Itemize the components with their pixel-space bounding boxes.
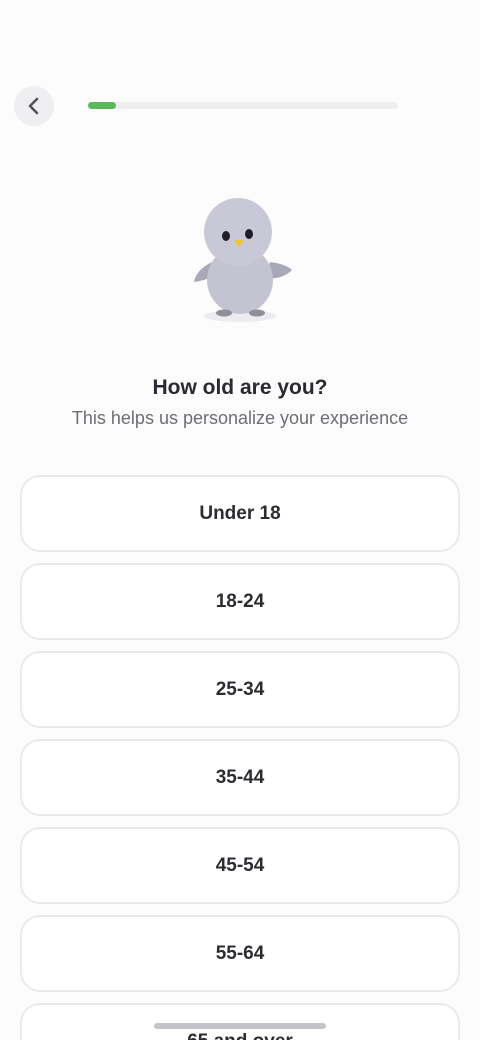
progress-bar bbox=[88, 102, 398, 109]
age-question-screen: How old are you? This helps us personali… bbox=[0, 0, 480, 1040]
age-option-under-18[interactable]: Under 18 bbox=[20, 475, 460, 552]
question-title: How old are you? bbox=[152, 376, 328, 399]
back-button[interactable] bbox=[14, 86, 54, 126]
age-option-35-44[interactable]: 35-44 bbox=[20, 739, 460, 816]
chevron-left-icon bbox=[28, 97, 39, 115]
age-option-45-54[interactable]: 45-54 bbox=[20, 827, 460, 904]
age-option-18-24[interactable]: 18-24 bbox=[20, 563, 460, 640]
age-option-55-64[interactable]: 55-64 bbox=[20, 915, 460, 992]
age-options-list: Under 18 18-24 25-34 35-44 45-54 55-64 6… bbox=[20, 475, 460, 1040]
progress-fill bbox=[88, 102, 116, 109]
age-option-25-34[interactable]: 25-34 bbox=[20, 651, 460, 728]
age-option-65-and-over[interactable]: 65 and over bbox=[20, 1003, 460, 1040]
penguin-mascot bbox=[194, 198, 292, 322]
question-subtitle: This helps us personalize your experienc… bbox=[71, 408, 409, 428]
home-indicator bbox=[154, 1023, 326, 1029]
